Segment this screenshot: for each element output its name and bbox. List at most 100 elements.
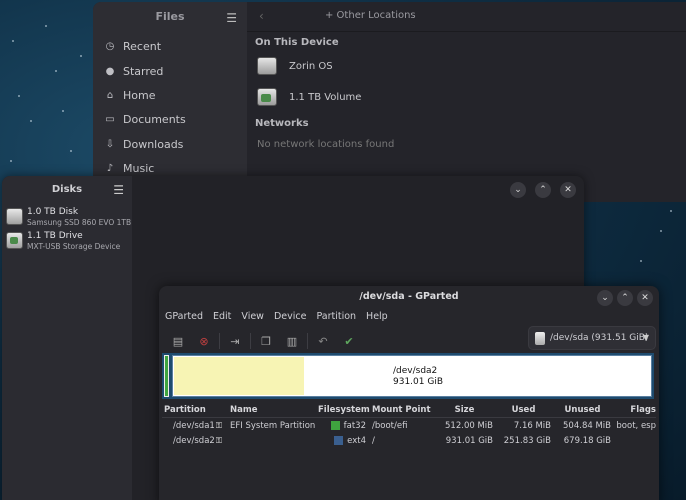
col-mount-point[interactable]: Mount Point [370,405,436,415]
col-flags[interactable]: Flags [614,405,656,415]
usb-drive-icon [257,88,277,106]
partition-block-size: 931.01 GiB [393,377,444,387]
window-title: /dev/sda - GParted [359,291,459,302]
menu-device[interactable]: Device [274,311,307,322]
cell-partition: /dev/sda2⚿ [162,436,230,446]
sidebar-item-label: Recent [123,40,162,53]
delete-icon[interactable]: ⊗ [191,331,217,351]
cell-used: 7.16 MiB [513,420,551,431]
undo-icon[interactable]: ↶ [310,331,336,351]
paste-icon[interactable]: ▥ [279,331,305,351]
device-zorin-os[interactable]: Zorin OS [257,55,333,77]
filesystem-label: fat32 [343,420,366,431]
device-volume[interactable]: 1.1 TB Volume [257,86,361,108]
cell-partition: /dev/sda1⚿ [162,421,230,431]
col-filesystem[interactable]: Filesystem [316,405,370,415]
hard-drive-icon [6,208,23,225]
disks-sidebar: Disks ☰ 1.0 TB Disk Samsung SSD 860 EVO … [2,176,132,500]
close-icon[interactable]: ✕ [560,182,576,198]
disk-item-ssd[interactable]: 1.0 TB Disk Samsung SSD 860 EVO 1TB [6,207,131,228]
chevron-down-icon[interactable]: ⌄ [510,182,526,198]
sidebar-item-downloads[interactable]: ⇩ Downloads [105,135,184,155]
files-content: ‹ + Other Locations On This Device Zorin… [247,2,686,202]
filesystem-color-swatch [330,421,340,430]
sidebar-item-label: Downloads [123,138,184,151]
filesystem-color-swatch [334,436,344,445]
document-icon: ▭ [105,114,115,125]
dropdown-arrow-icon: ▼ [642,333,649,342]
menu-gparted[interactable]: GParted [165,311,203,322]
files-window: Files ☰ ◷ Recent ● Starred ⌂ Home ▭ Docu… [93,2,686,202]
key-icon: ⚿ [215,420,222,430]
cell-mount-point: / [372,435,375,446]
sidebar-item-home[interactable]: ⌂ Home [105,86,156,106]
toolbar-separator [219,333,220,349]
files-title: Files [155,10,185,23]
files-headerbar: ‹ + Other Locations [247,2,686,32]
menu-partition[interactable]: Partition [316,311,356,322]
device-label: 1.1 TB Volume [289,91,362,103]
menu-help[interactable]: Help [366,311,388,322]
disk-item-usb[interactable]: 1.1 TB Drive MXT-USB Storage Device [6,231,120,252]
device-label: Zorin OS [289,60,333,72]
hard-drive-icon [257,57,277,75]
files-sidebar: Files ☰ ◷ Recent ● Starred ⌂ Home ▭ Docu… [93,2,247,202]
disk-model: MXT-USB Storage Device [27,242,121,251]
partition-map: /dev/sda2 931.01 GiB [162,353,654,399]
hamburger-menu-icon[interactable]: ☰ [113,183,124,197]
section-networks: Networks [255,118,309,129]
sidebar-item-label: Home [123,89,156,102]
table-header: Partition Name Filesystem Mount Point Si… [162,403,656,418]
col-partition[interactable]: Partition [162,405,230,415]
table-row[interactable]: /dev/sda1⚿ EFI System Partition fat32 /b… [162,418,656,433]
cell-filesystem: ext4 [316,436,370,446]
partition-path: /dev/sda1 [173,420,215,431]
col-used[interactable]: Used [496,405,554,415]
cell-mount-point: /boot/efi [372,420,408,431]
partition-block-sda1[interactable] [164,355,169,397]
device-selector-label: /dev/sda (931.51 GiB) [550,333,649,343]
cell-size: 931.01 GiB [445,435,493,446]
disk-name: 1.1 TB Drive [27,231,83,241]
home-icon: ⌂ [106,90,114,101]
location-bar[interactable]: + Other Locations [325,10,416,21]
toolbar-separator [307,333,308,349]
cell-unused: 679.18 GiB [563,435,611,446]
partition-block-name: /dev/sda2 [393,366,438,376]
toolbar: ▤ ⊗ ⇥ ❐ ▥ ↶ ✔ [165,330,362,352]
menu-view[interactable]: View [241,311,264,322]
download-icon: ⇩ [105,139,115,150]
close-icon[interactable]: ✕ [637,290,653,306]
copy-icon[interactable]: ❐ [253,331,279,351]
minimize-icon[interactable]: ⌄ [597,290,613,306]
sidebar-item-starred[interactable]: ● Starred [105,62,164,82]
chevron-up-icon[interactable]: ⌃ [535,182,551,198]
cell-name: EFI System Partition [230,420,316,431]
hamburger-menu-icon[interactable]: ☰ [226,11,237,25]
key-icon: ⚿ [215,435,222,445]
table-row[interactable]: /dev/sda2⚿ ext4 / 931.01 GiB 251.83 GiB … [162,433,656,448]
resize-move-icon[interactable]: ⇥ [222,331,248,351]
apply-checkmark-icon[interactable]: ✔ [336,331,362,351]
star-icon: ● [105,66,115,77]
maximize-icon[interactable]: ⌃ [617,290,633,306]
cell-flags: boot, esp [616,420,656,431]
partition-path: /dev/sda2 [173,435,215,446]
sidebar-item-recent[interactable]: ◷ Recent [105,37,161,57]
col-size[interactable]: Size [436,405,496,415]
disk-name: 1.0 TB Disk [27,207,79,217]
device-selector[interactable]: /dev/sda (931.51 GiB) ▼ [528,326,656,350]
used-space-bar [174,357,304,395]
partition-block-sda2[interactable]: /dev/sda2 931.01 GiB [172,355,652,397]
section-on-this-device: On This Device [255,37,339,48]
toolbar-separator [250,333,251,349]
cell-used: 251.83 GiB [503,435,551,446]
back-arrow-icon[interactable]: ‹ [259,9,264,23]
sidebar-item-documents[interactable]: ▭ Documents [105,110,185,130]
menu-edit[interactable]: Edit [213,311,231,322]
new-partition-icon[interactable]: ▤ [165,331,191,351]
menu-bar: GParted Edit View Device Partition Help [165,311,388,322]
partition-block-label: /dev/sda2 931.01 GiB [393,366,443,388]
col-name[interactable]: Name [230,405,316,415]
col-unused[interactable]: Unused [554,405,614,415]
